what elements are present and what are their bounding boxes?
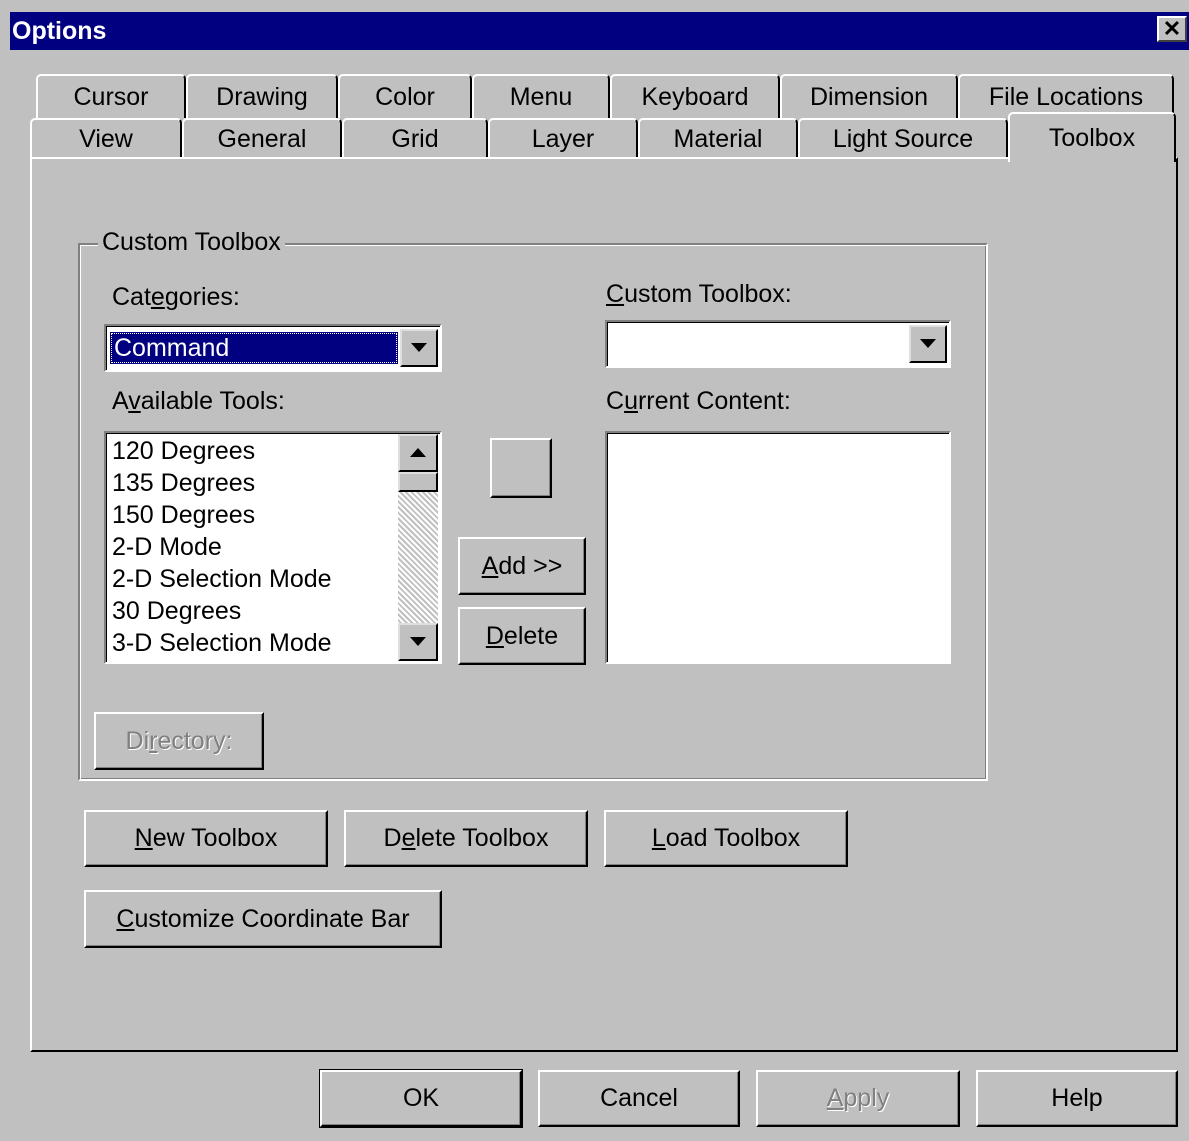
tab-color[interactable]: Color (338, 74, 472, 118)
current-content-label: Current Content: (606, 387, 791, 415)
close-button[interactable]: ✕ (1157, 16, 1187, 42)
list-item[interactable]: 150 Degrees (112, 499, 255, 531)
tab-keyboard[interactable]: Keyboard (610, 74, 780, 118)
categories-selected-value: Command (110, 332, 398, 364)
scroll-up-button[interactable] (398, 434, 438, 472)
available-tools-label: Available Tools: (112, 387, 285, 415)
scroll-down-button[interactable] (398, 623, 438, 661)
directory-button[interactable]: Di r ectory: (94, 712, 264, 770)
tab-dimension[interactable]: Dimension (780, 74, 958, 118)
apply-button[interactable]: Apply (756, 1070, 960, 1127)
tab-layer[interactable]: Layer (488, 118, 638, 158)
tab-cursor[interactable]: Cursor (36, 74, 186, 118)
vertical-scrollbar[interactable] (398, 434, 438, 661)
tab-view[interactable]: View (30, 118, 182, 158)
new-toolbox-button[interactable]: New Toolbox (84, 810, 328, 867)
list-item[interactable]: 135 Degrees (112, 467, 255, 499)
tab-drawing[interactable]: Drawing (186, 74, 338, 118)
delete-button[interactable]: Delete (458, 607, 586, 665)
list-item[interactable]: 30 Degrees (112, 595, 241, 627)
group-label: Custom Toolbox (98, 228, 285, 257)
ok-button[interactable]: OK (319, 1069, 523, 1128)
scroll-up-arrow-icon (410, 448, 426, 457)
custom-toolbox-label: Custom Toolbox: (606, 280, 792, 308)
tab-menu[interactable]: Menu (472, 74, 610, 118)
scroll-down-arrow-icon (410, 637, 426, 646)
delete-toolbox-button[interactable]: De lete Toolbox (344, 810, 588, 867)
list-item[interactable]: 120 Degrees (112, 435, 255, 467)
categories-combobox[interactable]: Command (104, 324, 442, 372)
help-button[interactable]: Help (976, 1070, 1178, 1127)
categories-label: Categories: (112, 283, 240, 311)
load-toolbox-button[interactable]: Load Toolbox (604, 810, 848, 867)
list-item[interactable]: 3-D Selection Mode (112, 627, 332, 659)
dropdown-arrow-icon (920, 339, 936, 348)
add-button[interactable]: Add >> (458, 537, 586, 595)
tab-toolbox[interactable]: Toolbox (1008, 112, 1176, 162)
close-icon: ✕ (1162, 16, 1182, 41)
list-item[interactable]: 2-D Mode (112, 531, 222, 563)
tab-general[interactable]: General (182, 118, 342, 158)
dropdown-arrow-icon (411, 343, 427, 352)
title-bar (10, 12, 1189, 50)
tool-preview-button[interactable] (490, 438, 552, 498)
tab-material[interactable]: Material (638, 118, 798, 158)
cancel-button[interactable]: Cancel (538, 1070, 740, 1127)
categories-dropdown-button[interactable] (400, 329, 438, 367)
custom-toolbox-dropdown-button[interactable] (909, 325, 947, 363)
customize-coordinate-bar-button[interactable]: Customize Coordinate Bar (84, 890, 442, 948)
custom-toolbox-combobox[interactable] (605, 320, 951, 368)
list-item[interactable]: 2-D Selection Mode (112, 563, 332, 595)
current-content-list[interactable] (605, 431, 951, 664)
window-title: Options (12, 17, 107, 45)
available-tools-list[interactable]: 120 Degrees 135 Degrees 150 Degrees 2-D … (104, 431, 442, 664)
tab-light-source[interactable]: Light Source (798, 118, 1008, 158)
tab-grid[interactable]: Grid (342, 118, 488, 158)
scroll-thumb[interactable] (398, 472, 438, 492)
